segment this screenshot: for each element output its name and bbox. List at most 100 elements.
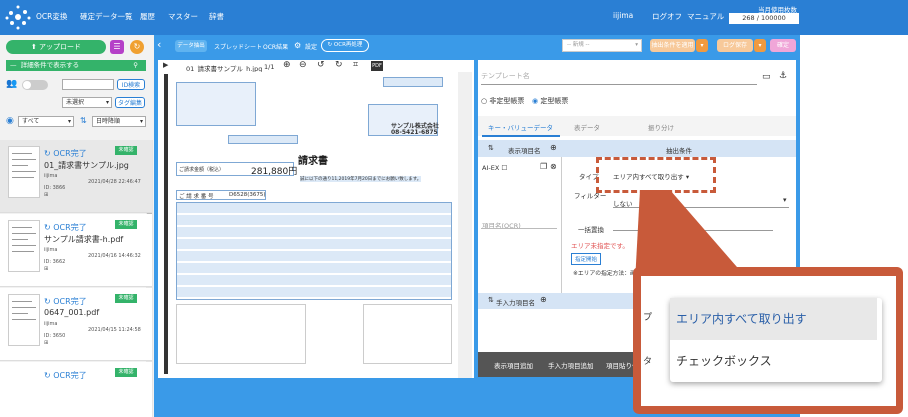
- crop-icon[interactable]: ⌗: [353, 60, 358, 70]
- gear-icon[interactable]: ⚙: [294, 41, 301, 50]
- apply-conditions-button[interactable]: 抽出条件を適用: [650, 39, 695, 52]
- user-toggle[interactable]: [22, 80, 48, 90]
- app-logo[interactable]: [4, 3, 32, 31]
- viewer-edge-bar: [164, 74, 168, 374]
- tab-data-extraction[interactable]: データ抽出: [175, 40, 207, 52]
- area-start-button[interactable]: 指定開始: [571, 253, 602, 265]
- tab-key-value[interactable]: キー・バリューデータ: [488, 122, 553, 132]
- tag-select[interactable]: 未選択 ▾: [62, 97, 112, 108]
- tag-edit-button[interactable]: タグ編集: [115, 97, 145, 108]
- add-display-item-button[interactable]: 表示項目追加: [494, 360, 533, 370]
- list-view-icon[interactable]: ☰: [110, 40, 124, 54]
- invoice-number-box[interactable]: ご 請 求 番 号 D6528(3675): [176, 190, 266, 200]
- nav-ocr[interactable]: OCR変換: [36, 11, 67, 22]
- condition-header: 抽出条件: [666, 147, 692, 155]
- add-item-icon[interactable]: ⊕: [550, 143, 557, 152]
- tab-sorting[interactable]: 振り分け: [648, 122, 674, 132]
- zoom-in-icon[interactable]: ⊕: [283, 60, 291, 70]
- invoice-number-label: ご 請 求 番 号: [179, 194, 214, 200]
- sort-icon[interactable]: ⇅: [488, 296, 494, 304]
- type-label-fragment: プ: [643, 313, 653, 323]
- nav-confirmed-list[interactable]: 確定データ一覧: [80, 11, 133, 22]
- tab-ocr-result[interactable]: OCR結果: [263, 42, 288, 51]
- amount-value: 281,880円: [251, 167, 298, 177]
- id-search-button[interactable]: ID検索: [117, 79, 145, 90]
- back-icon[interactable]: ‹: [157, 38, 171, 52]
- column-divider: [561, 157, 562, 295]
- reocr-button[interactable]: ↻ OCR再処理: [321, 39, 369, 52]
- save-log-button[interactable]: ログ保存: [717, 39, 753, 52]
- eye-icon[interactable]: ◉: [6, 116, 16, 126]
- nav-master[interactable]: マスター: [168, 11, 198, 22]
- invoice-title: 請求書: [298, 156, 328, 167]
- document-item[interactable]: ↻ OCR完了 未確認 0647_001.pdf iijima 2021/04/…: [0, 288, 152, 361]
- sort-icon: ⇅: [80, 116, 87, 125]
- radio-unformatted[interactable]: ○ 非定型帳票: [481, 96, 524, 106]
- save-dropdown-icon[interactable]: ▾: [754, 39, 766, 52]
- panel-toggle-icon[interactable]: ▶: [163, 61, 168, 69]
- refresh-icon[interactable]: ↻: [130, 40, 144, 54]
- chevron-down-icon: ▾: [139, 118, 143, 125]
- nav-history[interactable]: 履歴: [140, 11, 155, 22]
- template-name-input[interactable]: テンプレート名: [481, 71, 530, 81]
- advanced-search-toggle[interactable]: — 詳細条件で表示する ⚲: [6, 60, 146, 71]
- add-manual-item-button[interactable]: 手入力項目追加: [548, 360, 594, 370]
- nav-dictionary[interactable]: 辞書: [209, 11, 224, 22]
- tab-spreadsheet[interactable]: スプレッドシート: [214, 42, 262, 51]
- document-user: iijima: [44, 247, 58, 253]
- expand-icon[interactable]: ⊞: [44, 266, 48, 272]
- tab-table-data[interactable]: 表データ: [574, 122, 600, 132]
- viewer-scrollbar[interactable]: [458, 72, 472, 378]
- radio-formatted[interactable]: ◉ 定型帳票: [532, 96, 568, 106]
- rotate-left-icon[interactable]: ↺: [317, 60, 325, 70]
- delete-icon[interactable]: ⊗: [550, 162, 557, 171]
- folder-icon[interactable]: ▭: [762, 72, 771, 82]
- filter-label-fragment: タ: [643, 357, 653, 367]
- status-filter-select[interactable]: すべて ▾: [18, 116, 74, 127]
- document-item[interactable]: ↻ OCR完了 未確認 01_請求書サンプル.jpg iijima 2021/0…: [0, 140, 152, 213]
- template-select[interactable]: -- 新規 -- ▾: [562, 39, 642, 52]
- pdf-icon[interactable]: PDF: [371, 61, 383, 71]
- refresh-status-icon: ↻: [44, 223, 54, 232]
- document-name: サンプル請求書-h.pdf: [44, 235, 124, 244]
- document-date: 2021/04/28 22:46:47: [88, 179, 141, 185]
- ocr-region[interactable]: [176, 82, 256, 126]
- document-viewer[interactable]: サンプル株式会社 08-5421-6875 請求書 ご請求金額（税込） 281,…: [158, 72, 474, 378]
- items-header: ⇅ 表示項目名 ⊕ 抽出条件: [478, 140, 796, 157]
- manual-link[interactable]: マニュアル: [687, 11, 724, 22]
- expand-icon[interactable]: ⊞: [44, 340, 48, 346]
- user-name: iijima: [613, 11, 634, 20]
- amount-box[interactable]: ご請求金額（税込） 281,880円: [176, 162, 298, 177]
- ocr-status: ↻ OCR完了: [44, 371, 87, 380]
- anchor-icon[interactable]: ⚓: [779, 71, 787, 81]
- zoom-out-icon[interactable]: ⊖: [299, 60, 307, 70]
- upload-button[interactable]: ⬆ アップロード: [6, 40, 106, 54]
- ocr-region[interactable]: [228, 135, 298, 144]
- settings-label[interactable]: 設定: [305, 42, 317, 51]
- document-item[interactable]: ↻ OCR完了 未確認: [0, 362, 152, 417]
- document-date: 2021/04/16 14:46:32: [88, 253, 141, 259]
- sort-select[interactable]: 日時降順 ▾: [92, 116, 146, 127]
- document-name: 01_請求書サンプル.jpg: [44, 161, 129, 170]
- document-user: iijima: [44, 321, 58, 327]
- copy-icon[interactable]: ❐: [540, 162, 547, 171]
- invoice-notes-area: [176, 304, 306, 364]
- id-search-input[interactable]: [62, 79, 114, 90]
- ocr-region[interactable]: [383, 77, 443, 87]
- invoice-table[interactable]: [176, 202, 452, 300]
- expand-icon[interactable]: ⊞: [44, 192, 48, 198]
- document-list: ↻ OCR完了 未確認 01_請求書サンプル.jpg iijima 2021/0…: [0, 140, 154, 417]
- option-checkbox[interactable]: チェックボックス: [670, 340, 877, 382]
- document-item[interactable]: ↻ OCR完了 未確認 サンプル請求書-h.pdf iijima 2021/04…: [0, 214, 152, 287]
- rotate-right-icon[interactable]: ↻: [335, 60, 343, 70]
- confirm-button[interactable]: 確定: [770, 39, 796, 52]
- upload-icon: ⬆: [30, 43, 40, 51]
- option-area-all[interactable]: エリア内すべて取り出す: [670, 298, 877, 340]
- sort-icon[interactable]: ⇅: [488, 144, 494, 152]
- apply-dropdown-icon[interactable]: ▾: [696, 39, 708, 52]
- search-icon: ⚲: [133, 61, 138, 69]
- logout-link[interactable]: ログオフ: [652, 11, 682, 22]
- chevron-down-icon[interactable]: ▾: [783, 196, 787, 204]
- add-manual-icon[interactable]: ⊕: [540, 295, 547, 304]
- divider: [481, 84, 757, 85]
